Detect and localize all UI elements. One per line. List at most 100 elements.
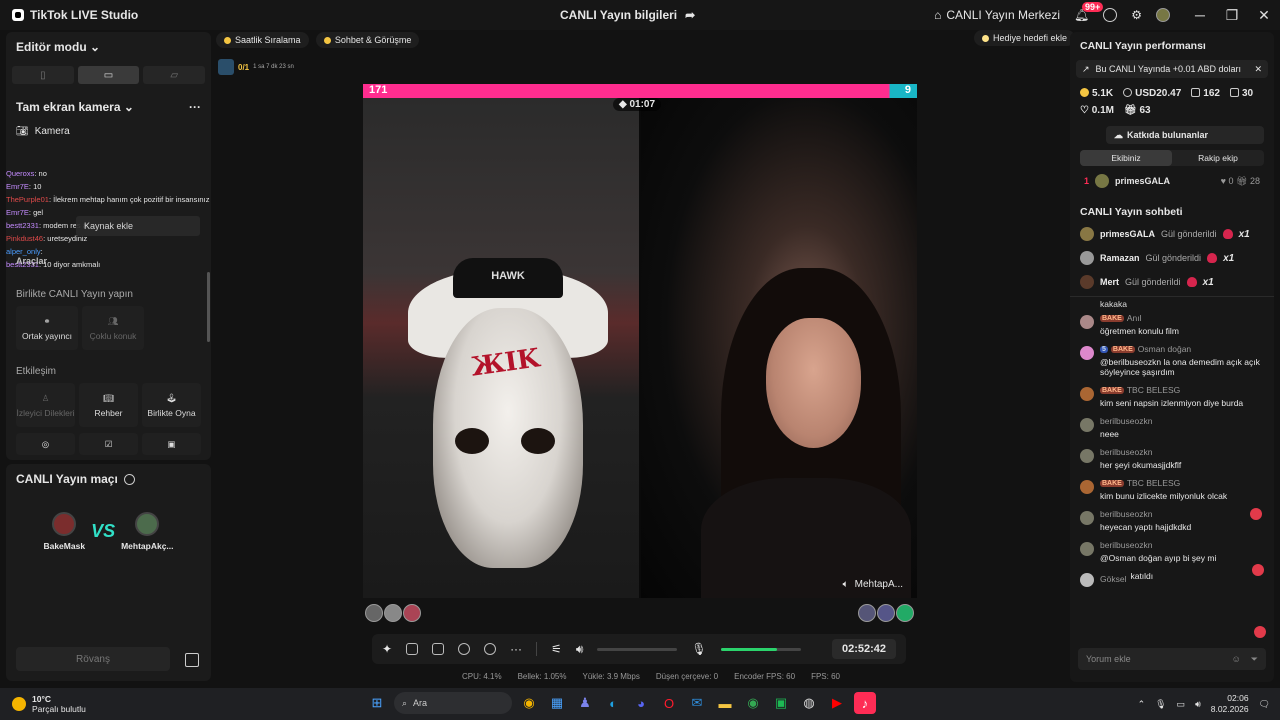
checklist-icon: ☑ (104, 438, 113, 449)
live-info-button[interactable]: CANLI Yayın bilgileri ➦ (560, 0, 695, 30)
notification-icon[interactable]: 🗨︎ (1259, 699, 1270, 710)
rose-icon (1222, 229, 1233, 239)
mic-volume-slider[interactable] (720, 647, 801, 651)
app-icon[interactable]: ◍ (798, 692, 820, 714)
portrait-mode-button[interactable]: ▯ (12, 66, 74, 84)
notification-badge: 99+ (1082, 2, 1104, 12)
live-center-button[interactable]: ⌂ CANLI Yayın Merkezi (934, 8, 1060, 22)
team-tabs: Ekibiniz Rakip ekip (1080, 150, 1264, 166)
viewer-wishes-button[interactable]: ♙ İzleyici Dilekleri (16, 383, 75, 427)
youtube-icon[interactable]: ▶ (826, 692, 848, 714)
discord-icon[interactable]: ◕ (630, 692, 652, 714)
chat-call-pill[interactable]: Sohbet & Görüşme (315, 32, 420, 48)
start-icon[interactable]: ⊞ (366, 692, 388, 714)
close-button[interactable]: ✕ (1248, 7, 1280, 24)
avatar (1156, 8, 1170, 22)
sliders-icon[interactable]: ⚟ (551, 642, 562, 656)
avatar[interactable] (403, 604, 421, 622)
microphone-icon[interactable]: 🎙︎ (1155, 699, 1166, 710)
scene-header[interactable]: Tam ekran kamera ⌄ ··· (6, 92, 211, 122)
folder-icon[interactable]: ▬ (714, 692, 736, 714)
mail-icon[interactable]: ✉ (686, 692, 708, 714)
profile-button[interactable] (1156, 8, 1170, 22)
comment-input[interactable]: Yorum ekle ☺ ⏷ (1078, 648, 1266, 670)
live-info-title: CANLI Yayın bilgileri (560, 8, 678, 22)
avatar[interactable] (858, 604, 876, 622)
chat-message[interactable]: BAKE TBC BELESG kim bunu izlicekte milyonl… (1070, 474, 1274, 505)
avatar[interactable] (877, 604, 895, 622)
guide-button[interactable]: 📖︎ Rehber (79, 383, 138, 427)
more-icon[interactable]: ··· (510, 642, 522, 656)
add-source-button[interactable]: Kaynak ekle (76, 216, 200, 236)
minimize-button[interactable]: ─ (1184, 7, 1216, 23)
clock[interactable]: 02:06 8.02.2026 (1211, 693, 1249, 715)
player-right[interactable]: MehtapAkç... (121, 512, 174, 551)
record-icon[interactable] (458, 643, 471, 655)
layout-icon[interactable] (406, 643, 419, 655)
avatar[interactable] (365, 604, 383, 622)
chat-message[interactable]: berilbuseozkn her şeyi okumasjjdkflf (1070, 443, 1274, 474)
add-gift-goal-button[interactable]: Hediye hedefi ekle (974, 30, 1076, 46)
chat-message[interactable]: BAKE Anıl öğretmen konulu film (1070, 309, 1274, 340)
mini-goal-card[interactable]: 0/1 1 sa 7 dk 23 sn (218, 56, 308, 78)
more-options-icon[interactable]: ··· (189, 100, 201, 114)
filter-icon[interactable]: ⏷ (1251, 654, 1258, 665)
help-icon[interactable] (123, 473, 135, 485)
chrome-alt-icon[interactable]: ◉ (742, 692, 764, 714)
close-icon[interactable]: ✕ (1254, 64, 1262, 75)
taskbar-search[interactable]: ⌕ Ara (394, 692, 512, 714)
source-camera[interactable]: 📷︎ Kamera (6, 122, 211, 141)
chat-message[interactable]: berilbuseozkn @Osman doğan ayıp bi şey mi (1070, 536, 1274, 567)
editor-mode-header[interactable]: Editör modu ⌄ (6, 32, 211, 62)
hourly-ranking-pill[interactable]: Saatlik Sıralama (216, 32, 309, 48)
box-button[interactable]: ▣ (142, 433, 201, 455)
multi-guest-button[interactable]: 👥︎ Çoklu konuk (82, 306, 144, 350)
volume-icon[interactable]: 🔊︎ (1195, 699, 1201, 710)
speaker-volume-slider[interactable] (597, 647, 678, 651)
chat-message[interactable]: BAKE TBC BELESG kim seni napsin izlenmiyon… (1070, 381, 1274, 412)
exit-match-icon[interactable] (185, 653, 199, 667)
contributors-button[interactable]: ☁ Katkıda bulunanlar (1106, 126, 1264, 144)
poll-button[interactable]: ◎ (16, 433, 75, 455)
volume-icon[interactable]: 🔊︎ (576, 642, 584, 657)
rematch-button[interactable]: Rövanş (16, 647, 170, 671)
settings-button[interactable]: ⚙ (1131, 8, 1142, 22)
chat-message[interactable]: berilbuseozkn heyecan yaptı hajjdkdkd (1070, 505, 1274, 536)
left-scrollbar[interactable] (207, 272, 210, 342)
live-preview[interactable]: HAWK ЖIK 171 9 ◆ 01:07 🔈︎ MehtapA... (363, 84, 917, 598)
camera-switch-icon[interactable] (484, 643, 497, 655)
co-host-button[interactable]: ⚭ Ortak yayıncı (16, 306, 78, 350)
chrome-icon[interactable]: ◉ (518, 692, 540, 714)
store-icon[interactable]: ▦ (546, 692, 568, 714)
notifications-button[interactable]: 🔔︎ 99+ (1074, 2, 1104, 22)
avatar (1080, 480, 1094, 494)
gift-message: Ramazan Gül gönderildi x1 (1070, 246, 1274, 270)
play-together-button[interactable]: 🕹︎ Birlikte Oyna (142, 383, 201, 427)
add-scene-icon[interactable] (432, 643, 445, 655)
rank-row[interactable]: 1 primesGALA ♥ 0 🎁︎ 28 (1070, 172, 1274, 190)
split-mode-button[interactable]: ▱ (143, 66, 206, 84)
chevron-up-icon[interactable]: ⌃ (1138, 699, 1146, 710)
emoji-icon[interactable]: ☺ (1232, 654, 1241, 664)
player-left[interactable]: BakeMask (43, 512, 85, 551)
tab-your-team[interactable]: Ekibiniz (1080, 150, 1172, 166)
avatar[interactable] (896, 604, 914, 622)
maximize-button[interactable]: ❐ (1216, 7, 1248, 24)
weather-widget[interactable]: 10°C Parçalı bulutlu (0, 694, 200, 714)
teams-icon[interactable]: ♟ (574, 692, 596, 714)
help-button[interactable] (1103, 8, 1118, 22)
network-icon[interactable]: ▭ (1177, 699, 1186, 710)
avatar[interactable] (384, 604, 402, 622)
app-icon[interactable]: ▣ (770, 692, 792, 714)
opera-icon[interactable]: O (658, 692, 680, 714)
tab-rival-team[interactable]: Rakip ekip (1172, 150, 1264, 166)
microphone-icon[interactable]: 🎙︎ (691, 642, 706, 656)
chevron-down-icon: ⌄ (90, 40, 101, 54)
landscape-mode-button[interactable]: ▭ (77, 66, 140, 84)
edge-icon[interactable]: ◐ (602, 692, 624, 714)
checklist-button[interactable]: ☑ (79, 433, 138, 455)
magic-wand-icon[interactable]: ✦ (382, 642, 392, 656)
chat-message[interactable]: 5 BAKE Osman doğan @berilbuseozkn la ona de… (1070, 340, 1274, 381)
chat-message[interactable]: berilbuseozkn neee (1070, 412, 1274, 443)
tiktok-icon[interactable]: ♪ (854, 692, 876, 714)
